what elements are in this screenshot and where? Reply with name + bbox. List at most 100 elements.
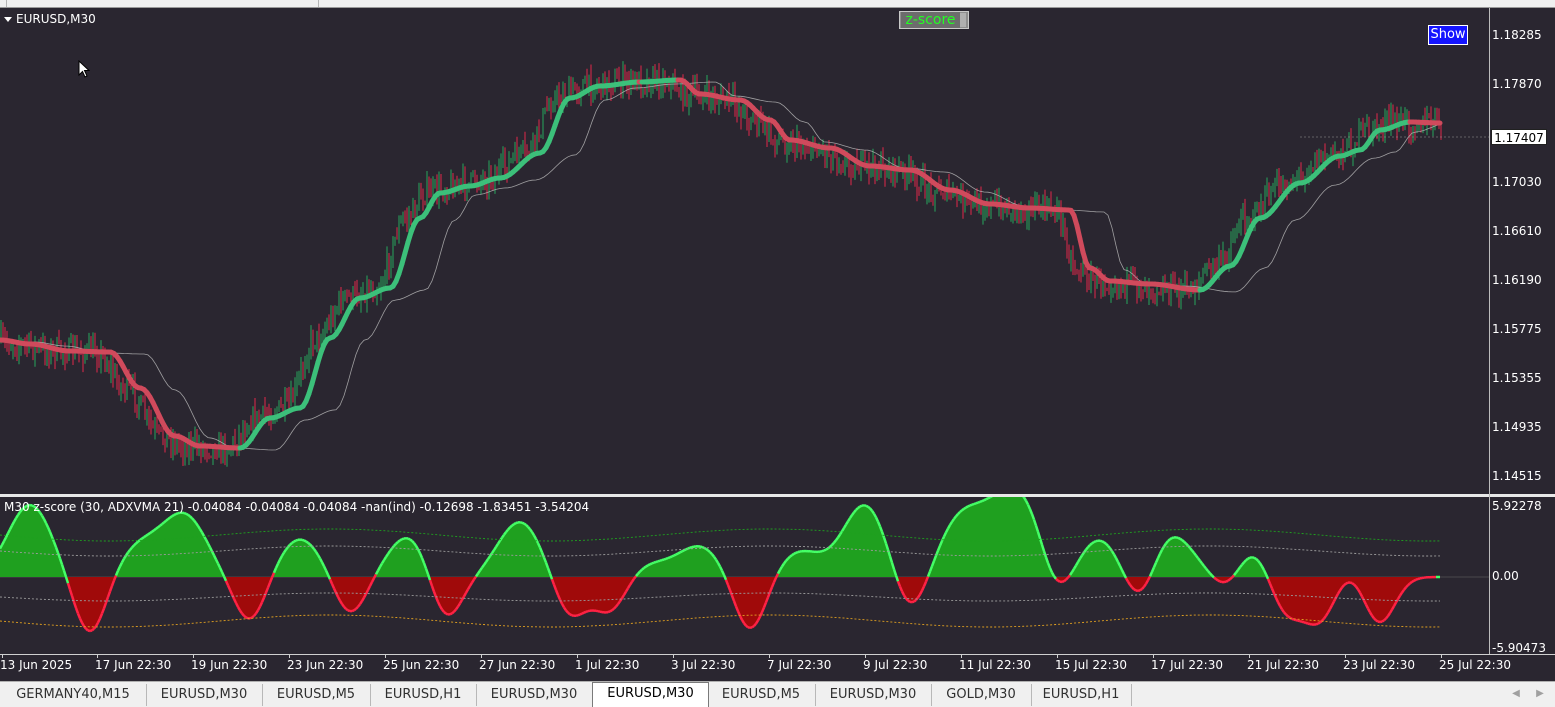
zscore-line-segment [294,541,296,542]
time-axis-tick: 7 Jul 22:30 [767,658,831,672]
current-price-tag: 1.17407 [1491,129,1547,145]
zscore-line-segment [362,598,364,602]
zscore-line-segment [140,539,142,541]
zscore-line-segment [710,552,712,554]
time-axis-tick: 25 Jun 22:30 [383,658,459,672]
zscore-line-segment [1382,620,1384,621]
zscore-toggle-button[interactable]: z-score [899,11,969,29]
zscore-line-segment [1076,562,1078,566]
zscore-line-segment [1328,609,1330,613]
zscore-line-segment [1356,587,1358,590]
zscore-line-segment [1208,571,1210,573]
zscore-line-segment [1204,566,1206,569]
zscore-line-segment [472,580,474,583]
zscore-line-segment [150,532,152,533]
zscore-line-segment [1384,619,1386,621]
chart-tab[interactable]: EURUSD,M5 [262,684,371,706]
zscore-line-segment [1180,539,1182,540]
zscore-line-segment [1288,616,1290,617]
zscore-line-segment [476,574,478,577]
zscore-line-segment [156,527,158,529]
zscore-line-segment [866,506,868,507]
tab-scroll-left-icon[interactable]: ◀ [1509,686,1523,702]
indicator-axis-tick: 5.92278 [1492,499,1542,513]
time-axis-tick-mark [481,654,482,658]
zscore-line-segment [240,611,242,614]
zscore-line-segment [280,556,282,560]
chart-tab[interactable]: EURUSD,M30 [476,684,593,706]
zscore-line-segment [568,613,570,615]
zscore-line-segment [756,621,758,624]
chevron-down-icon[interactable] [4,17,12,22]
zscore-line-segment [328,575,330,580]
zscore-line-segment [1114,554,1116,558]
zscore-line-segment [1126,578,1128,582]
chart-tab[interactable]: EURUSD,H1 [370,684,477,706]
zscore-line-segment [640,570,642,572]
time-axis-tick: 17 Jul 22:30 [1151,658,1223,672]
zscore-line-segment [1080,555,1082,558]
zscore-line-segment [358,604,360,607]
chart-tab[interactable]: EURUSD,H1 [1031,684,1132,706]
zscore-line-segment [356,607,358,609]
zscore-line-segment [516,522,518,523]
zscore-line-segment [482,565,484,568]
zscore-line-segment [662,560,664,561]
zscore-line-segment [510,526,512,528]
zscore-line-segment [858,507,860,509]
zscore-line-segment [656,561,658,562]
chart-symbol-label[interactable]: EURUSD,M30 [4,12,96,26]
zscore-line-segment [758,617,760,621]
zscore-line-segment [90,630,92,631]
zscore-line-segment [1092,542,1094,543]
zscore-line-segment [752,626,754,627]
zscore-indicator-canvas [0,497,1490,654]
chart-tab[interactable]: EURUSD,M30 [592,682,709,707]
zscore-line-segment [986,498,988,499]
chart-tab[interactable]: EURUSD,M30 [815,684,932,706]
zscore-line-segment [1134,589,1136,590]
zscore-button-handle[interactable] [960,13,966,27]
zscore-line-segment [718,563,720,567]
zscore-line-segment [1172,537,1174,538]
zscore-line-segment [1232,575,1234,577]
chart-tab[interactable]: EURUSD,M30 [146,684,263,706]
price-chart-canvas [0,8,1490,494]
zscore-line-segment [284,550,286,553]
zscore-line-segment [1230,578,1232,580]
zscore-line-segment [192,518,194,520]
zscore-line-segment [386,554,388,557]
zscore-line-segment [748,627,750,628]
price-chart-pane[interactable] [0,8,1490,494]
chart-tab[interactable]: EURUSD,M5 [707,684,816,706]
zscore-band [0,593,1440,601]
zscore-line-segment [674,555,676,556]
zscore-line-segment [570,614,572,615]
zscore-line-segment [354,609,356,610]
zscore-line-segment [642,568,644,570]
zscore-line-segment [492,550,494,553]
zscore-line-segment [666,558,668,559]
zscore-line-segment [786,559,788,561]
zscore-line-segment [378,567,380,571]
show-button[interactable]: Show [1428,25,1468,45]
zscore-band [0,546,1440,556]
zscore-line-segment [796,552,798,553]
chart-tab[interactable]: GERMANY40,M15 [0,684,147,706]
zscore-indicator-pane[interactable] [0,497,1490,654]
zscore-line-segment [246,618,248,619]
zscore-line-segment [1408,583,1410,585]
zscore-line-segment [1278,602,1280,606]
tab-scroll-right-icon[interactable]: ▶ [1533,686,1547,702]
zscore-line-segment [1214,578,1216,580]
zscore-line-segment [1316,624,1318,625]
zscore-line-segment [844,525,846,528]
time-axis-tick-mark [1345,654,1346,658]
zscore-line-segment [724,575,726,580]
zscore-line-segment [114,576,116,581]
zscore-line-segment [1354,585,1356,587]
zscore-line-segment [1266,574,1268,579]
zscore-line-segment [1170,538,1172,539]
chart-tab[interactable]: GOLD,M30 [931,684,1032,706]
zscore-line-segment [588,611,590,612]
